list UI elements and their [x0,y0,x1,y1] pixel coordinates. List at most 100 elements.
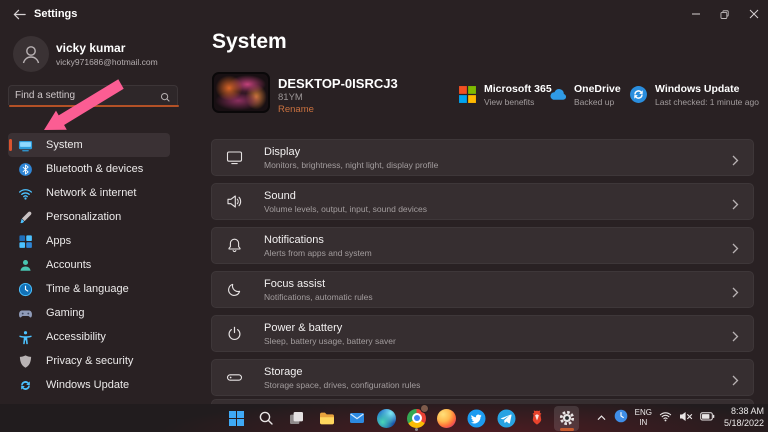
windows-logo-icon [229,410,244,426]
tray-chevron-up-icon[interactable] [596,409,607,427]
sidebar-item-bluetooth[interactable]: Bluetooth & devices [8,157,170,181]
battery-icon[interactable] [700,409,715,427]
system-tray: ENG IN 8:38 AM 5/18/2022 [596,404,764,432]
card-title: Power & battery [264,321,343,334]
close-icon [749,9,758,19]
gear-icon [559,410,574,426]
sidebar-item-time-language[interactable]: Time & language [8,277,170,301]
sidebar-item-label: Privacy & security [46,355,134,367]
sidebar-item-label: Windows Update [46,379,130,391]
card-storage[interactable]: Storage Storage space, drives, configura… [211,359,754,396]
sidebar-item-label: Network & internet [46,187,137,199]
folder-icon [319,412,334,425]
moon-icon [226,281,243,298]
telegram-icon [497,409,516,427]
sidebar: vicky kumar vicky971686@hotmail.com Syst… [0,28,186,404]
firefox-button[interactable] [434,406,459,431]
sidebar-item-label: Time & language [46,283,129,295]
sidebar-item-network[interactable]: Network & internet [8,181,170,205]
sidebar-item-accounts[interactable]: Accounts [8,253,170,277]
clock-date[interactable]: 8:38 AM 5/18/2022 [724,406,764,429]
close-button[interactable] [739,0,768,28]
restore-icon [720,9,729,19]
status-microsoft-365[interactable]: Microsoft 365 View benefits [458,83,552,107]
onedrive-cloud-icon [548,85,567,104]
brave-button[interactable] [524,406,549,431]
telegram-button[interactable] [494,406,519,431]
sidebar-item-privacy[interactable]: Privacy & security [8,349,170,373]
card-power-battery[interactable]: Power & battery Sleep, battery usage, ba… [211,315,754,352]
card-display[interactable]: Display Monitors, brightness, night ligh… [211,139,754,176]
microsoft-365-icon [458,85,477,104]
selected-accent-bar [8,139,12,151]
minimize-button[interactable] [681,0,710,28]
card-subtitle: Sleep, battery usage, battery saver [264,335,396,346]
device-name: DESKTOP-0ISRCJ3 [278,76,398,91]
task-view-button[interactable] [284,406,309,431]
sidebar-item-system[interactable]: System [8,133,170,157]
search-input[interactable] [15,87,155,103]
sidebar-item-personalization[interactable]: Personalization [8,205,170,229]
restore-button[interactable] [710,0,739,28]
tray-time: 8:38 AM [730,406,764,417]
power-icon [226,325,243,342]
taskbar-search-button[interactable] [254,406,279,431]
card-focus-assist[interactable]: Focus assist Notifications, automatic ru… [211,271,754,308]
chrome-profile-badge [420,403,429,413]
edge-button[interactable] [374,406,399,431]
bell-icon [226,237,243,254]
status-onedrive[interactable]: OneDrive Backed up [548,83,621,107]
storage-drive-icon [226,369,243,386]
chevron-right-icon [732,373,739,391]
rename-link[interactable]: Rename [278,104,314,115]
language-line1: ENG [634,408,652,417]
accessibility-icon [18,330,33,345]
settings-button[interactable] [554,405,579,431]
mail-button[interactable] [344,406,369,431]
start-button[interactable] [224,406,249,431]
search-accent-underline [9,105,179,107]
window-title: Settings [34,8,78,20]
card-sound[interactable]: Sound Volume levels, output, input, soun… [211,183,754,220]
chrome-button[interactable] [404,403,429,431]
brush-icon [18,210,33,225]
back-arrow-icon [13,9,26,19]
sidebar-item-gaming[interactable]: Gaming [8,301,170,325]
wifi-icon [18,186,33,201]
card-title: Display [264,145,301,158]
language-indicator[interactable]: ENG IN [635,408,652,428]
card-notifications[interactable]: Notifications Alerts from apps and syste… [211,227,754,264]
language-line2: IN [639,418,648,427]
gamepad-icon [18,306,33,321]
page-title: System [212,30,287,53]
user-silhouette-icon [22,46,40,64]
sidebar-item-apps[interactable]: Apps [8,229,170,253]
card-subtitle: Alerts from apps and system [264,247,372,258]
sidebar-item-label: Accounts [46,259,92,271]
file-explorer-button[interactable] [314,406,339,431]
search-box[interactable] [8,85,179,107]
card-subtitle: Monitors, brightness, night light, displ… [264,159,439,170]
person-icon [18,258,33,273]
sidebar-item-label: Gaming [46,307,85,319]
chevron-right-icon [732,241,739,259]
sidebar-item-accessibility[interactable]: Accessibility [8,325,170,349]
tray-clock-icon[interactable] [614,409,628,428]
volume-mute-icon[interactable] [679,409,693,427]
brave-icon [532,410,541,425]
status-title: OneDrive [574,83,621,95]
card-title: Sound [264,189,296,202]
status-windows-update[interactable]: Windows Update Last checked: 1 minute ag… [629,83,759,107]
twitter-button[interactable] [464,406,489,431]
card-subtitle: Notifications, automatic rules [264,291,373,302]
status-title: Windows Update [655,83,740,95]
status-subtitle: View benefits [484,97,535,107]
avatar[interactable] [13,36,49,72]
titlebar: Settings [0,0,768,28]
status-subtitle: Last checked: 1 minute ago [655,97,759,107]
wifi-tray-icon[interactable] [659,409,672,427]
sidebar-item-windows-update[interactable]: Windows Update [8,373,170,397]
edge-icon [377,408,396,428]
device-thumbnail [212,72,270,113]
back-button[interactable] [8,5,30,23]
